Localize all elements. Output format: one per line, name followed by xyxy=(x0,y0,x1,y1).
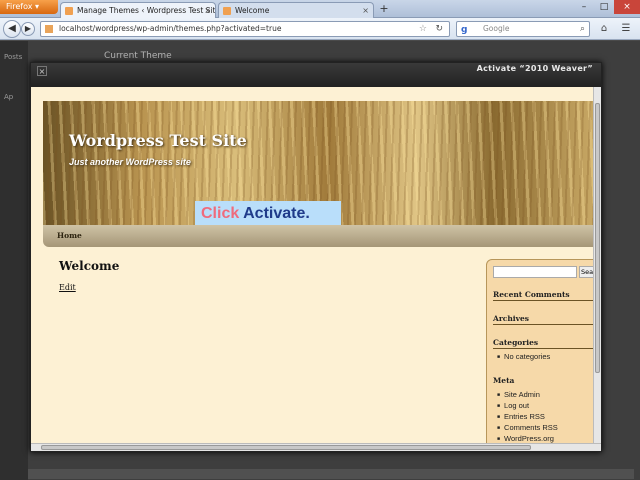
theme-menu-bar: Home xyxy=(43,225,593,247)
back-arrow-icon[interactable]: ◀ xyxy=(3,20,21,38)
wordpress-favicon-icon xyxy=(65,7,73,15)
close-icon[interactable]: × xyxy=(204,3,211,18)
reload-icon[interactable]: ↻ xyxy=(435,22,443,36)
callout-period: . xyxy=(305,205,310,222)
search-placeholder: Google xyxy=(483,24,510,33)
admin-sidebar: Posts Ap xyxy=(0,41,28,480)
admin-page-heading: Current Theme xyxy=(104,51,172,61)
forward-arrow-icon[interactable]: ▶ xyxy=(21,22,35,36)
tab-manage-themes[interactable]: Manage Themes ‹ Wordpress Test Sit... × xyxy=(60,2,216,18)
site-identity-icon xyxy=(45,25,53,33)
scrollbar-thumb[interactable] xyxy=(595,103,600,373)
maximize-icon[interactable]: □ xyxy=(594,0,614,14)
post-title[interactable]: Welcome xyxy=(59,259,119,273)
firefox-menu-button[interactable]: Firefox ▾ xyxy=(0,0,58,14)
preview-horizontal-scrollbar[interactable] xyxy=(31,443,601,451)
meta-link-wordpress-org[interactable]: WordPress.org xyxy=(497,434,554,443)
url-text: localhost/wordpress/wp-admin/themes.php?… xyxy=(59,24,282,33)
background-scrollbar xyxy=(28,469,634,479)
list-item: No categories xyxy=(497,352,550,361)
google-icon: g xyxy=(461,25,468,35)
browser-tab-bar: Firefox ▾ Manage Themes ‹ Wordpress Test… xyxy=(0,0,640,18)
widget-title-recent-comments: Recent Comments xyxy=(493,290,593,301)
sidebar-search-input[interactable] xyxy=(493,266,577,278)
close-icon[interactable]: × xyxy=(362,3,369,18)
theme-preview-modal: × Activate “2010 Weaver” Wordpress Test … xyxy=(30,62,602,452)
widget-title-archives: Archives xyxy=(493,314,593,325)
admin-menu-item[interactable]: Ap xyxy=(4,93,13,101)
admin-menu-item[interactable]: Posts xyxy=(4,53,22,61)
sidebar-search-button[interactable]: Search xyxy=(579,266,593,278)
browser-nav-bar: ◀ ▶ localhost/wordpress/wp-admin/themes.… xyxy=(0,18,640,40)
scrollbar-thumb[interactable] xyxy=(41,445,531,450)
search-icon[interactable]: ⌕ xyxy=(580,22,585,36)
wordpress-favicon-icon xyxy=(223,7,231,15)
firefox-menu-label: Firefox xyxy=(6,2,33,11)
preview-vertical-scrollbar[interactable] xyxy=(593,87,601,443)
meta-link-site-admin[interactable]: Site Admin xyxy=(497,390,540,399)
meta-link-entries-rss[interactable]: Entries RSS xyxy=(497,412,545,421)
widget-title-categories: Categories xyxy=(493,338,593,349)
callout-click-text: Click xyxy=(201,205,240,222)
tab-welcome[interactable]: Welcome × xyxy=(218,2,374,18)
bookmarks-icon[interactable]: ☰ xyxy=(618,21,634,37)
meta-link-comments-rss[interactable]: Comments RSS xyxy=(497,423,558,432)
post-edit-link[interactable]: Edit xyxy=(59,283,76,292)
url-bar[interactable]: localhost/wordpress/wp-admin/themes.php?… xyxy=(40,21,450,37)
window-controls: – □ × xyxy=(574,0,640,16)
minimize-icon[interactable]: – xyxy=(574,0,594,14)
tab-label: Welcome xyxy=(235,6,270,15)
modal-activate-link[interactable]: Activate “2010 Weaver” xyxy=(477,64,593,73)
modal-titlebar: × Activate “2010 Weaver” xyxy=(31,63,601,87)
close-icon[interactable]: × xyxy=(37,66,47,76)
tab-label: Manage Themes ‹ Wordpress Test Sit... xyxy=(77,6,216,15)
window-close-icon[interactable]: × xyxy=(614,0,640,14)
theme-preview-frame: Wordpress Test Site Just another WordPre… xyxy=(31,87,593,443)
widget-title-meta: Meta xyxy=(493,376,515,385)
callout-activate-text: Activate xyxy=(243,205,306,222)
site-description: Just another WordPress site xyxy=(69,157,191,167)
click-activate-callout: Click Activate. xyxy=(195,201,341,227)
home-icon[interactable]: ⌂ xyxy=(596,21,612,37)
menu-item-home[interactable]: Home xyxy=(57,231,82,240)
bookmark-star-icon[interactable]: ☆ xyxy=(419,22,427,36)
theme-sidebar: Search Recent Comments Archives Categori… xyxy=(486,259,593,443)
meta-link-log-out[interactable]: Log out xyxy=(497,401,529,410)
new-tab-plus-icon[interactable]: + xyxy=(376,2,392,16)
search-input[interactable]: g Google ⌕ xyxy=(456,21,590,37)
site-title[interactable]: Wordpress Test Site xyxy=(69,131,247,150)
